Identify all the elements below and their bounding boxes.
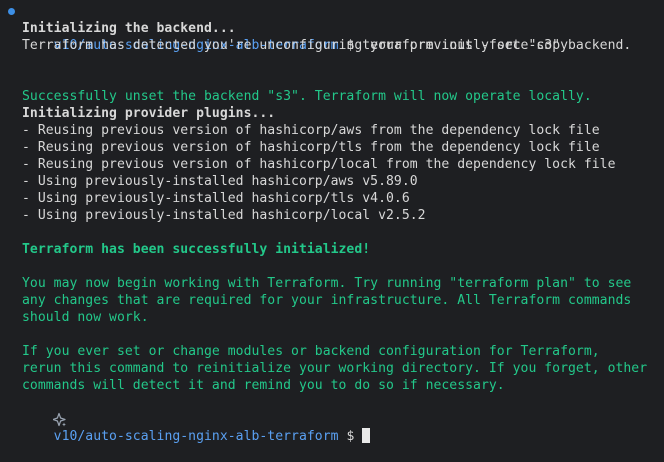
output-success: Terraform has been successfully initiali… (22, 242, 371, 257)
command-status-dot-icon[interactable] (6, 3, 20, 20)
info-line: If you ever set or change modules or bac… (22, 344, 600, 359)
info-line: any changes that are required for your i… (22, 293, 632, 308)
terminal-window[interactable]: v10/auto-scaling-nginx-alb-terraform $ t… (0, 3, 664, 444)
plugin-line: - Reusing previous version of hashicorp/… (22, 123, 600, 138)
info-line: commands will detect it and remind you t… (22, 378, 505, 393)
prompt-line-current: v10/auto-scaling-nginx-alb-terraform $ (0, 394, 664, 444)
plugin-line: - Using previously-installed hashicorp/t… (22, 191, 410, 206)
output-initializing-backend: Initializing the backend... (22, 21, 236, 36)
plugin-line: - Using previously-installed hashicorp/a… (22, 174, 418, 189)
plugin-line: - Reusing previous version of hashicorp/… (22, 157, 616, 172)
text-cursor[interactable] (362, 428, 371, 443)
prompt-line: v10/auto-scaling-nginx-alb-terraform $ t… (0, 3, 664, 53)
output-unset-success: Successfully unset the backend "s3". Ter… (22, 89, 592, 104)
prompt-path: v10/auto-scaling-nginx-alb-terraform (53, 429, 339, 444)
info-line: should now work. (22, 310, 149, 325)
output-unconfiguring: Terraform has detected you're unconfigur… (22, 38, 632, 53)
info-line: rerun this command to reinitialize your … (22, 361, 648, 376)
output-initializing-plugins: Initializing provider plugins... (22, 106, 276, 121)
sparkle-icon[interactable] (6, 394, 67, 427)
plugin-line: - Using previously-installed hashicorp/l… (22, 208, 426, 223)
plugin-line: - Reusing previous version of hashicorp/… (22, 140, 600, 155)
info-line: You may now begin working with Terraform… (22, 276, 632, 291)
prompt-symbol: $ (346, 429, 355, 444)
